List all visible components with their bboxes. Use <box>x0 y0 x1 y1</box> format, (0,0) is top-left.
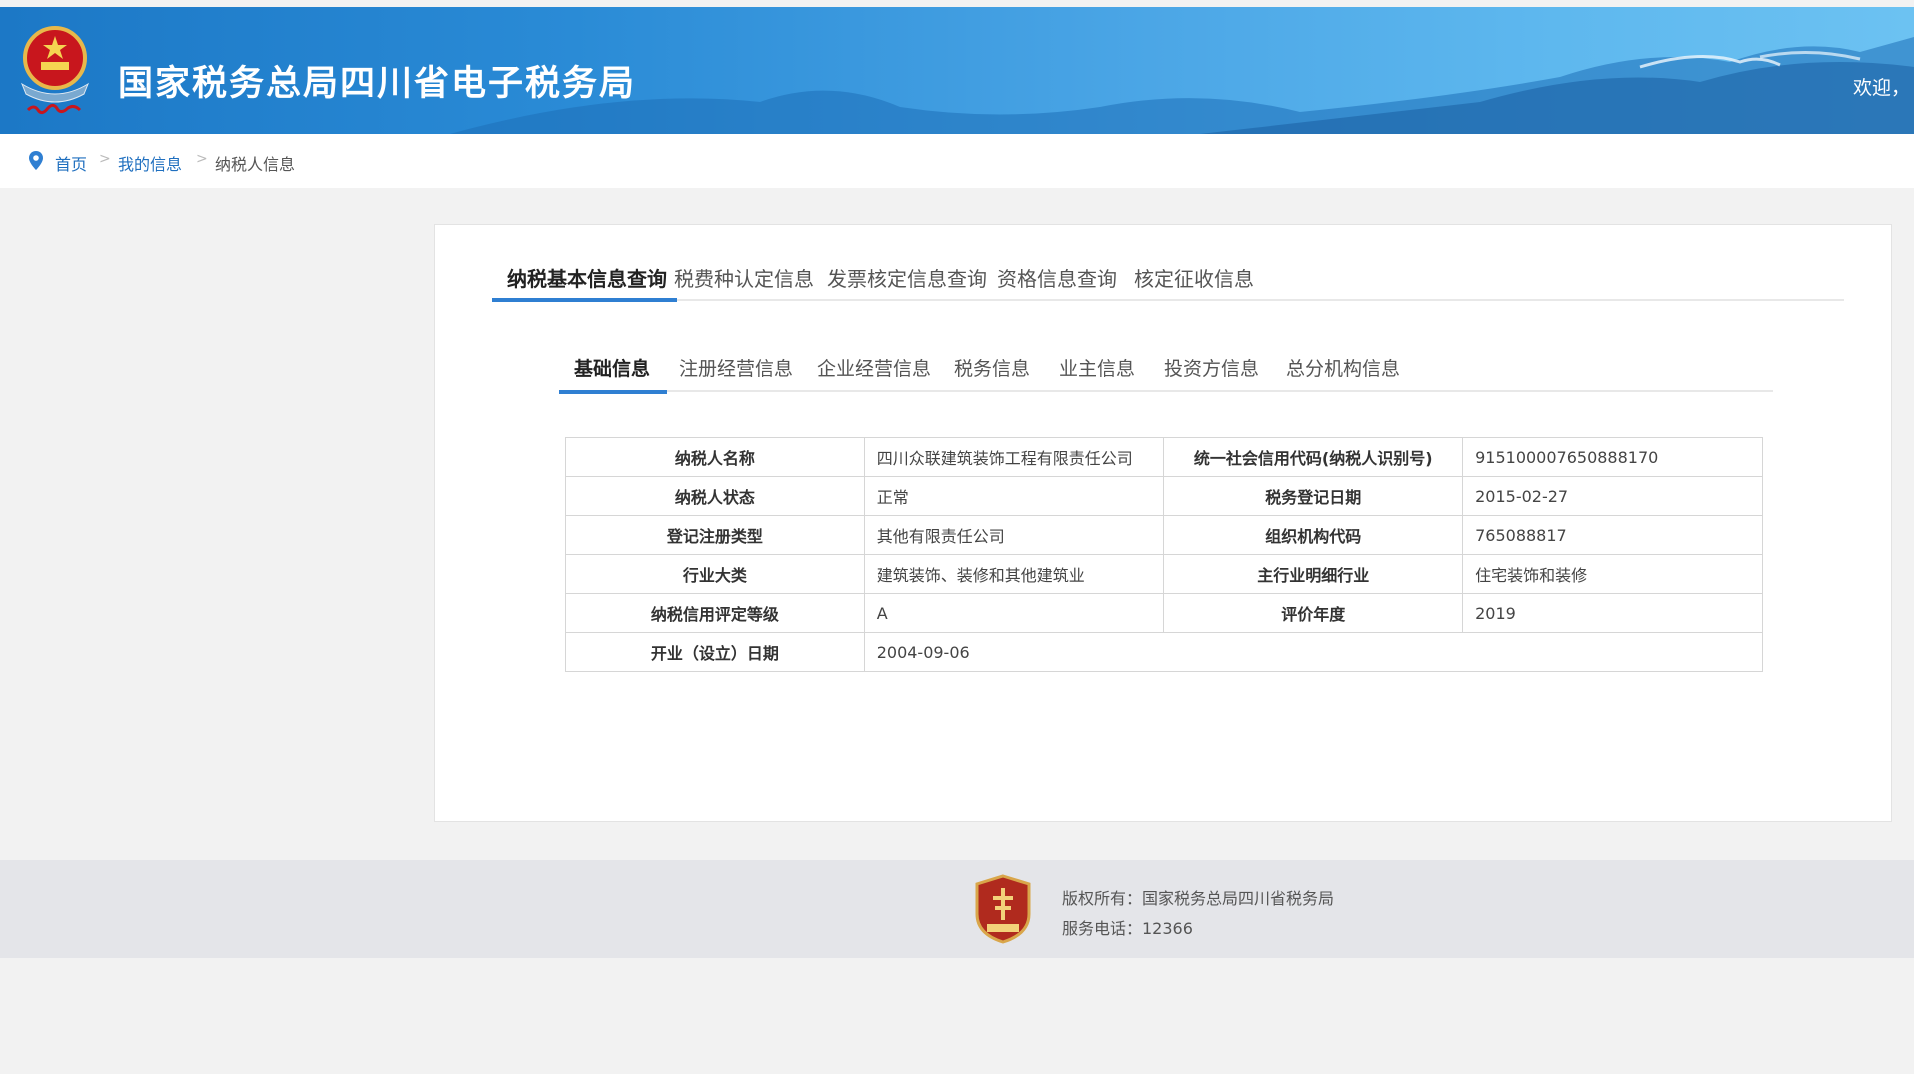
field-label: 组织机构代码 <box>1163 515 1464 555</box>
tab-tax-type-identification[interactable]: 税费种认定信息 <box>674 263 814 292</box>
field-value: 建筑装饰、装修和其他建筑业 <box>863 554 1165 594</box>
tab-assessed-collection[interactable]: 核定征收信息 <box>1134 263 1254 292</box>
field-value: 住宅装饰和装修 <box>1462 554 1763 594</box>
breadcrumb-current: 纳税人信息 <box>215 155 296 174</box>
national-emblem-icon <box>20 26 90 115</box>
tab-tax-basic-info[interactable]: 纳税基本信息查询 <box>507 263 667 292</box>
tab-registration-business[interactable]: 注册经营信息 <box>679 354 793 381</box>
tab-owner-info[interactable]: 业主信息 <box>1059 354 1135 381</box>
site-title: 国家税务总局四川省电子税务局 <box>118 64 637 104</box>
table-row: 开业（设立）日期 2004-09-06 <box>565 632 1764 672</box>
field-value: 正常 <box>863 476 1165 516</box>
table-row: 纳税人名称 四川众联建筑装饰工程有限责任公司 统一社会信用代码(纳税人识别号) … <box>565 437 1763 477</box>
field-value: 915100007650888170 <box>1462 437 1763 477</box>
field-label: 登记注册类型 <box>565 515 865 555</box>
field-label: 纳税人状态 <box>565 476 865 516</box>
tab-invoice-approval[interactable]: 发票核定信息查询 <box>827 263 987 292</box>
table-row: 纳税人状态 正常 税务登记日期 2015-02-27 <box>565 476 1763 516</box>
field-label: 评价年度 <box>1163 593 1464 633</box>
field-label: 行业大类 <box>565 554 865 594</box>
table-row: 纳税信用评定等级 A 评价年度 2019 <box>565 593 1763 633</box>
tab-investor-info[interactable]: 投资方信息 <box>1164 354 1259 381</box>
tax-badge-icon <box>975 874 1031 944</box>
field-label: 统一社会信用代码(纳税人识别号) <box>1163 437 1464 477</box>
tab-basic-info[interactable]: 基础信息 <box>574 354 650 381</box>
tab-enterprise-operation[interactable]: 企业经营信息 <box>817 354 931 381</box>
breadcrumb-home-link[interactable]: 首页 <box>55 151 87 175</box>
field-label: 纳税信用评定等级 <box>565 593 865 633</box>
field-value: 2019 <box>1462 593 1763 633</box>
field-value: 2015-02-27 <box>1462 476 1763 516</box>
location-pin-icon <box>29 151 43 170</box>
primary-tab-active-indicator <box>492 298 677 302</box>
taxpayer-info-table: 纳税人名称 四川众联建筑装饰工程有限责任公司 统一社会信用代码(纳税人识别号) … <box>565 437 1764 672</box>
tab-branch-info[interactable]: 总分机构信息 <box>1286 354 1400 381</box>
header-banner: 国家税务总局四川省电子税务局 欢迎， <box>0 7 1914 134</box>
field-label: 主行业明细行业 <box>1163 554 1464 594</box>
secondary-tab-bar: 基础信息 注册经营信息 企业经营信息 税务信息 业主信息 投资方信息 总分机构信… <box>559 354 1773 392</box>
field-value: 其他有限责任公司 <box>863 515 1165 555</box>
table-row: 行业大类 建筑装饰、装修和其他建筑业 主行业明细行业 住宅装饰和装修 <box>565 554 1763 594</box>
footer: 版权所有：国家税务总局四川省税务局 服务电话：12366 <box>0 860 1914 958</box>
welcome-text: 欢迎， <box>1852 77 1910 99</box>
field-value: A <box>863 593 1165 633</box>
secondary-tab-active-indicator <box>559 390 667 394</box>
breadcrumb-separator: > <box>196 151 208 167</box>
breadcrumb-my-info-link[interactable]: 我的信息 <box>118 151 182 175</box>
field-value: 765088817 <box>1462 515 1763 555</box>
field-label: 纳税人名称 <box>565 437 865 477</box>
breadcrumb-separator: > <box>99 151 111 167</box>
field-value: 2004-09-06 <box>863 632 1764 672</box>
table-row: 登记注册类型 其他有限责任公司 组织机构代码 765088817 <box>565 515 1763 555</box>
tab-qualification[interactable]: 资格信息查询 <box>997 263 1117 292</box>
field-label: 开业（设立）日期 <box>565 632 865 672</box>
primary-tab-bar: 纳税基本信息查询 税费种认定信息 发票核定信息查询 资格信息查询 核定征收信息 <box>492 263 1844 301</box>
main-card: 纳税基本信息查询 税费种认定信息 发票核定信息查询 资格信息查询 核定征收信息 … <box>434 224 1892 822</box>
footer-phone: 服务电话：12366 <box>1062 919 1193 938</box>
field-label: 税务登记日期 <box>1163 476 1464 516</box>
field-value: 四川众联建筑装饰工程有限责任公司 <box>863 437 1165 477</box>
footer-copyright: 版权所有：国家税务总局四川省税务局 <box>1062 889 1335 908</box>
breadcrumb: 首页 > 我的信息 > 纳税人信息 <box>0 134 1914 188</box>
tab-tax-info[interactable]: 税务信息 <box>954 354 1030 381</box>
